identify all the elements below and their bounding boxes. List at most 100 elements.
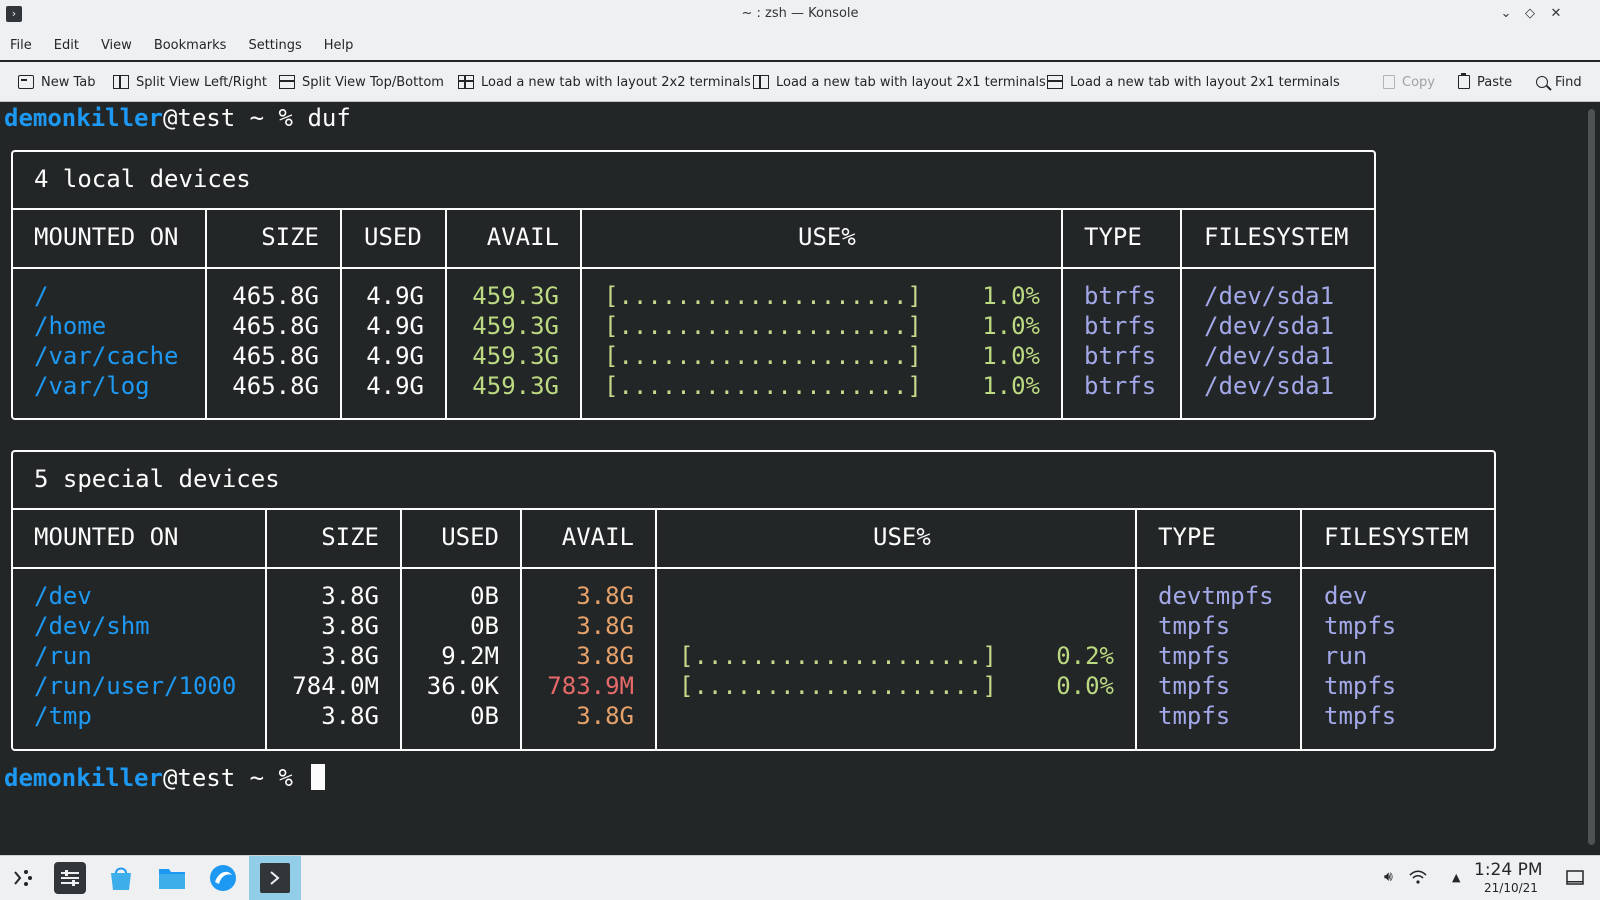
- layout-2x1-button-a[interactable]: Load a new tab with layout 2x1 terminals: [753, 72, 1046, 92]
- usage-bar: [....................]: [604, 312, 922, 340]
- usage-bar: [....................]: [604, 282, 922, 310]
- find-label: Find: [1555, 74, 1582, 90]
- search-icon: [1536, 76, 1548, 88]
- new-tab-icon: [18, 75, 34, 89]
- mount-point: /var/log: [34, 372, 150, 400]
- clock-date[interactable]: 21/10/21: [1484, 881, 1538, 895]
- size-value: 465.8G: [232, 372, 319, 400]
- size-value: 465.8G: [232, 312, 319, 340]
- konsole-icon: [260, 863, 290, 893]
- terminal-scrollbar[interactable]: [1583, 103, 1600, 855]
- mount-point: /dev/shm: [34, 612, 150, 640]
- split-top-bottom-label: Split View Top/Bottom: [302, 74, 444, 90]
- fs-type: tmpfs: [1158, 672, 1231, 700]
- menu-view[interactable]: View: [101, 38, 140, 53]
- layout-2x1-button-b[interactable]: Load a new tab with layout 2x1 terminals: [1047, 72, 1340, 92]
- special-devices-title: 5 special devices: [34, 465, 280, 493]
- taskbar: 🔊︎ ▲ 1:24 PM 21/10/21: [0, 855, 1600, 900]
- layout-grid-icon: [458, 75, 474, 89]
- layout-2x1-label-a: Load a new tab with layout 2x1 terminals: [776, 74, 1046, 90]
- header-size: SIZE: [261, 223, 319, 251]
- used-value: 0B: [470, 612, 499, 640]
- header-use-percent: USE%: [798, 223, 856, 251]
- usage-percent: 1.0%: [982, 282, 1040, 310]
- prompt-user: demonkiller: [4, 104, 163, 132]
- clock-time[interactable]: 1:24 PM: [1474, 860, 1543, 880]
- layout-2x2-button[interactable]: Load a new tab with layout 2x2 terminals: [458, 72, 751, 92]
- usage-percent: 0.0%: [1056, 672, 1114, 700]
- paste-label: Paste: [1477, 74, 1513, 90]
- prompt-host: @test ~ %: [162, 764, 308, 792]
- table-divider: [11, 567, 1496, 569]
- menu-bookmarks[interactable]: Bookmarks: [154, 38, 235, 53]
- split-left-right-label: Split View Left/Right: [136, 74, 268, 90]
- header-avail: AVAIL: [486, 223, 559, 251]
- tray-expand-icon[interactable]: ▲: [1452, 871, 1460, 884]
- avail-value: 3.8G: [576, 702, 634, 730]
- header-avail: AVAIL: [561, 523, 634, 551]
- show-desktop-icon[interactable]: [1566, 870, 1584, 890]
- find-button[interactable]: Find: [1536, 72, 1582, 92]
- split-top-bottom-button[interactable]: Split View Top/Bottom: [279, 72, 444, 92]
- menu-file[interactable]: File: [10, 38, 40, 53]
- filesystem: /dev/sda1: [1204, 372, 1335, 400]
- used-value: 9.2M: [441, 642, 499, 670]
- split-left-right-button[interactable]: Split View Left/Right: [113, 72, 267, 92]
- maximize-button[interactable]: ◇: [1520, 4, 1540, 24]
- menu-settings[interactable]: Settings: [248, 38, 309, 53]
- fs-type: btrfs: [1084, 372, 1157, 400]
- menu-edit[interactable]: Edit: [54, 38, 87, 53]
- copy-button[interactable]: Copy: [1383, 72, 1435, 92]
- browser-icon[interactable]: [207, 862, 239, 894]
- toolbar: New Tab Split View Left/Right Split View…: [0, 62, 1600, 102]
- layout-2x1-label-b: Load a new tab with layout 2x1 terminals: [1070, 74, 1340, 90]
- menu-help[interactable]: Help: [324, 38, 362, 53]
- terminal-view[interactable]: demonkiller@test ~ % duf 4 local devices…: [0, 103, 1583, 855]
- menu-bar: File Edit View Bookmarks Settings Help: [0, 30, 1600, 60]
- filesystem: /dev/sda1: [1204, 342, 1335, 370]
- close-button[interactable]: ✕: [1546, 4, 1566, 24]
- avail-value: 783.9M: [547, 672, 634, 700]
- window-title: ~ : zsh — Konsole: [741, 6, 859, 21]
- avail-value: 459.3G: [472, 342, 559, 370]
- new-tab-button[interactable]: New Tab: [18, 72, 96, 92]
- minimize-button[interactable]: ⌄: [1496, 4, 1516, 24]
- table-divider: [11, 508, 1496, 510]
- used-value: 4.9G: [366, 312, 424, 340]
- column-divider: [1300, 508, 1302, 751]
- fs-type: tmpfs: [1158, 642, 1231, 670]
- size-value: 784.0M: [292, 672, 379, 700]
- konsole-task-button[interactable]: [249, 856, 301, 900]
- scrollbar-thumb[interactable]: [1588, 109, 1595, 845]
- filesystem: /dev/sda1: [1204, 282, 1335, 310]
- size-value: 3.8G: [321, 612, 379, 640]
- table-divider: [11, 267, 1376, 269]
- header-used: USED: [364, 223, 422, 251]
- column-divider: [1135, 508, 1137, 751]
- settings-panel-icon[interactable]: [54, 862, 86, 894]
- used-value: 4.9G: [366, 282, 424, 310]
- filesystem: tmpfs: [1324, 702, 1397, 730]
- discover-store-icon[interactable]: [105, 862, 137, 894]
- paste-button[interactable]: Paste: [1458, 72, 1512, 92]
- copy-label: Copy: [1402, 74, 1435, 90]
- application-launcher-icon[interactable]: [6, 862, 38, 894]
- usage-percent: 0.2%: [1056, 642, 1114, 670]
- prompt-line: demonkiller@test ~ % duf: [4, 103, 351, 133]
- column-divider: [1180, 208, 1182, 420]
- file-manager-icon[interactable]: [156, 862, 188, 894]
- header-type: TYPE: [1158, 523, 1216, 551]
- avail-value: 3.8G: [576, 642, 634, 670]
- fs-type: btrfs: [1084, 282, 1157, 310]
- filesystem: tmpfs: [1324, 612, 1397, 640]
- size-value: 465.8G: [232, 342, 319, 370]
- header-type: TYPE: [1084, 223, 1142, 251]
- split-left-right-icon: [113, 75, 129, 89]
- filesystem: dev: [1324, 582, 1368, 610]
- mount-point: /home: [34, 312, 107, 340]
- copy-icon: [1383, 75, 1395, 89]
- wifi-icon[interactable]: [1408, 869, 1428, 889]
- filesystem: /dev/sda1: [1204, 312, 1335, 340]
- mount-point: /dev: [34, 582, 92, 610]
- volume-icon[interactable]: 🔊︎: [1384, 869, 1393, 885]
